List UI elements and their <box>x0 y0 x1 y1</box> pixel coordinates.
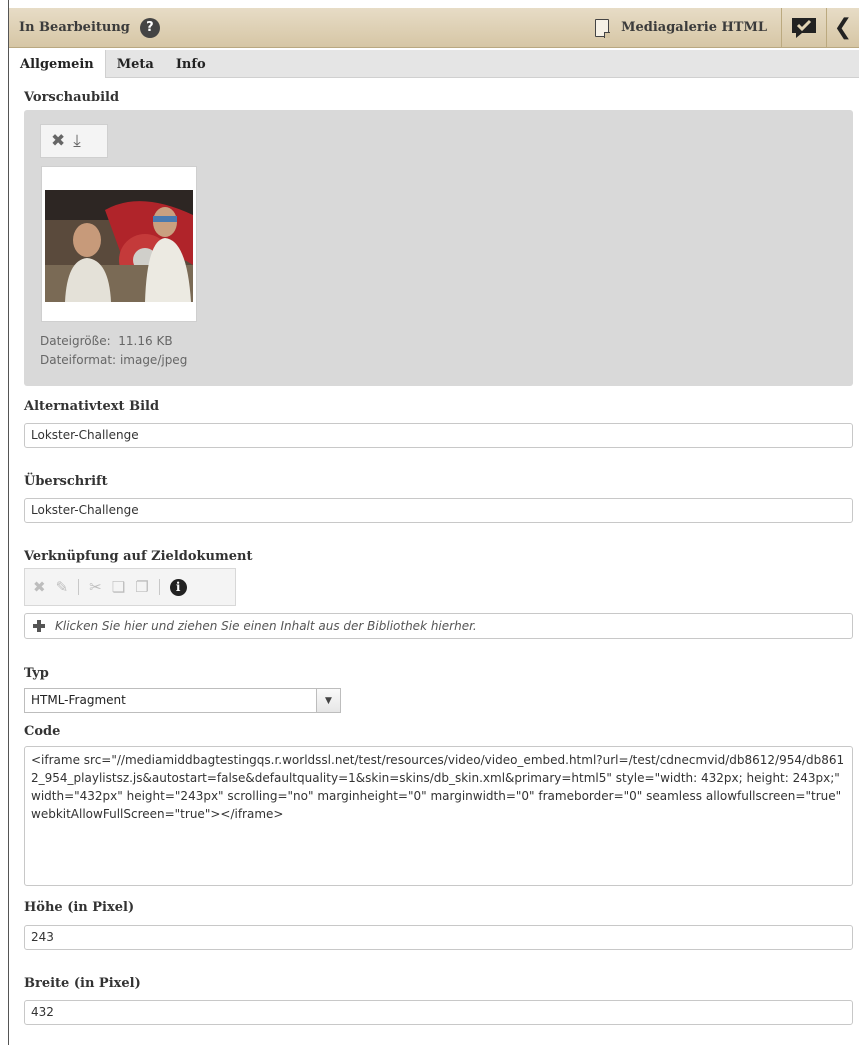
link-drop-zone[interactable]: Klicken Sie hier und ziehen Sie einen In… <box>24 613 853 639</box>
type-select[interactable]: HTML-Fragment ▼ <box>24 688 341 713</box>
height-input[interactable]: 243 <box>24 925 853 950</box>
tab-info[interactable]: Info <box>165 50 217 78</box>
status-label: In Bearbeitung <box>19 20 130 35</box>
file-format-value: image/jpeg <box>119 353 188 367</box>
paste-icon[interactable]: ❐ <box>135 578 148 596</box>
type-select-value: HTML-Fragment <box>31 693 126 707</box>
width-label: Breite (in Pixel) <box>24 976 141 991</box>
dropdown-arrow-icon[interactable]: ▼ <box>316 689 340 712</box>
alt-text-label: Alternativtext Bild <box>24 399 160 414</box>
download-icon[interactable]: ⤓ <box>73 132 81 150</box>
document-type-label: Mediagalerie HTML <box>621 20 767 35</box>
drop-zone-hint: Klicken Sie hier und ziehen Sie einen In… <box>55 619 477 633</box>
chevron-left-icon: ❮ <box>833 15 853 40</box>
cut-icon[interactable]: ✂ <box>89 578 102 596</box>
preview-image-panel: ✖ ⤓ Dateigröße: 11.16 KB Dateiformat: im… <box>24 110 853 386</box>
toolbar-divider <box>158 579 160 595</box>
heading-input[interactable]: Lokster-Challenge <box>24 498 853 523</box>
collapse-panel-button[interactable]: ❮ <box>827 8 859 48</box>
code-textarea[interactable]: <iframe src="//mediamiddbagtestingqs.r.w… <box>24 746 853 886</box>
height-label: Höhe (in Pixel) <box>24 900 135 915</box>
editor-header: In Bearbeitung ? Mediagalerie HTML ❮ <box>9 7 859 48</box>
link-toolbar: ✖ ✎ ✂ ❏ ❐ i <box>24 568 236 606</box>
thumbnail-image <box>45 170 193 318</box>
file-size-label: Dateigröße: <box>40 334 111 348</box>
plus-icon <box>33 620 45 632</box>
preview-thumbnail[interactable] <box>41 166 197 322</box>
info-icon[interactable]: i <box>169 578 187 596</box>
copy-icon[interactable]: ❏ <box>112 578 125 596</box>
file-size-value: 11.16 KB <box>118 334 173 348</box>
comment-button[interactable] <box>782 8 826 48</box>
preview-toolbar: ✖ ⤓ <box>40 124 108 158</box>
remove-icon[interactable]: ✖ <box>51 132 65 150</box>
tab-bar: Allgemein Meta Info <box>9 50 859 78</box>
file-info: Dateigröße: 11.16 KB Dateiformat: image/… <box>40 332 187 370</box>
file-format-label: Dateiformat: <box>40 353 117 367</box>
toolbar-divider <box>78 579 80 595</box>
tab-meta[interactable]: Meta <box>106 50 165 78</box>
comment-check-icon <box>792 17 816 38</box>
code-label: Code <box>24 724 61 739</box>
document-icon <box>595 18 611 38</box>
width-input[interactable]: 432 <box>24 1000 853 1025</box>
edit-icon[interactable]: ✎ <box>56 578 69 596</box>
left-frame-border <box>8 0 9 1045</box>
remove-icon[interactable]: ✖ <box>33 578 46 596</box>
tab-allgemein[interactable]: Allgemein <box>9 50 106 78</box>
type-label: Typ <box>24 666 49 681</box>
alt-text-input[interactable]: Lokster-Challenge <box>24 423 853 448</box>
help-icon[interactable]: ? <box>139 17 160 38</box>
preview-image-label: Vorschaubild <box>24 90 120 105</box>
heading-label: Überschrift <box>24 474 108 489</box>
target-link-label: Verknüpfung auf Zieldokument <box>24 549 253 564</box>
